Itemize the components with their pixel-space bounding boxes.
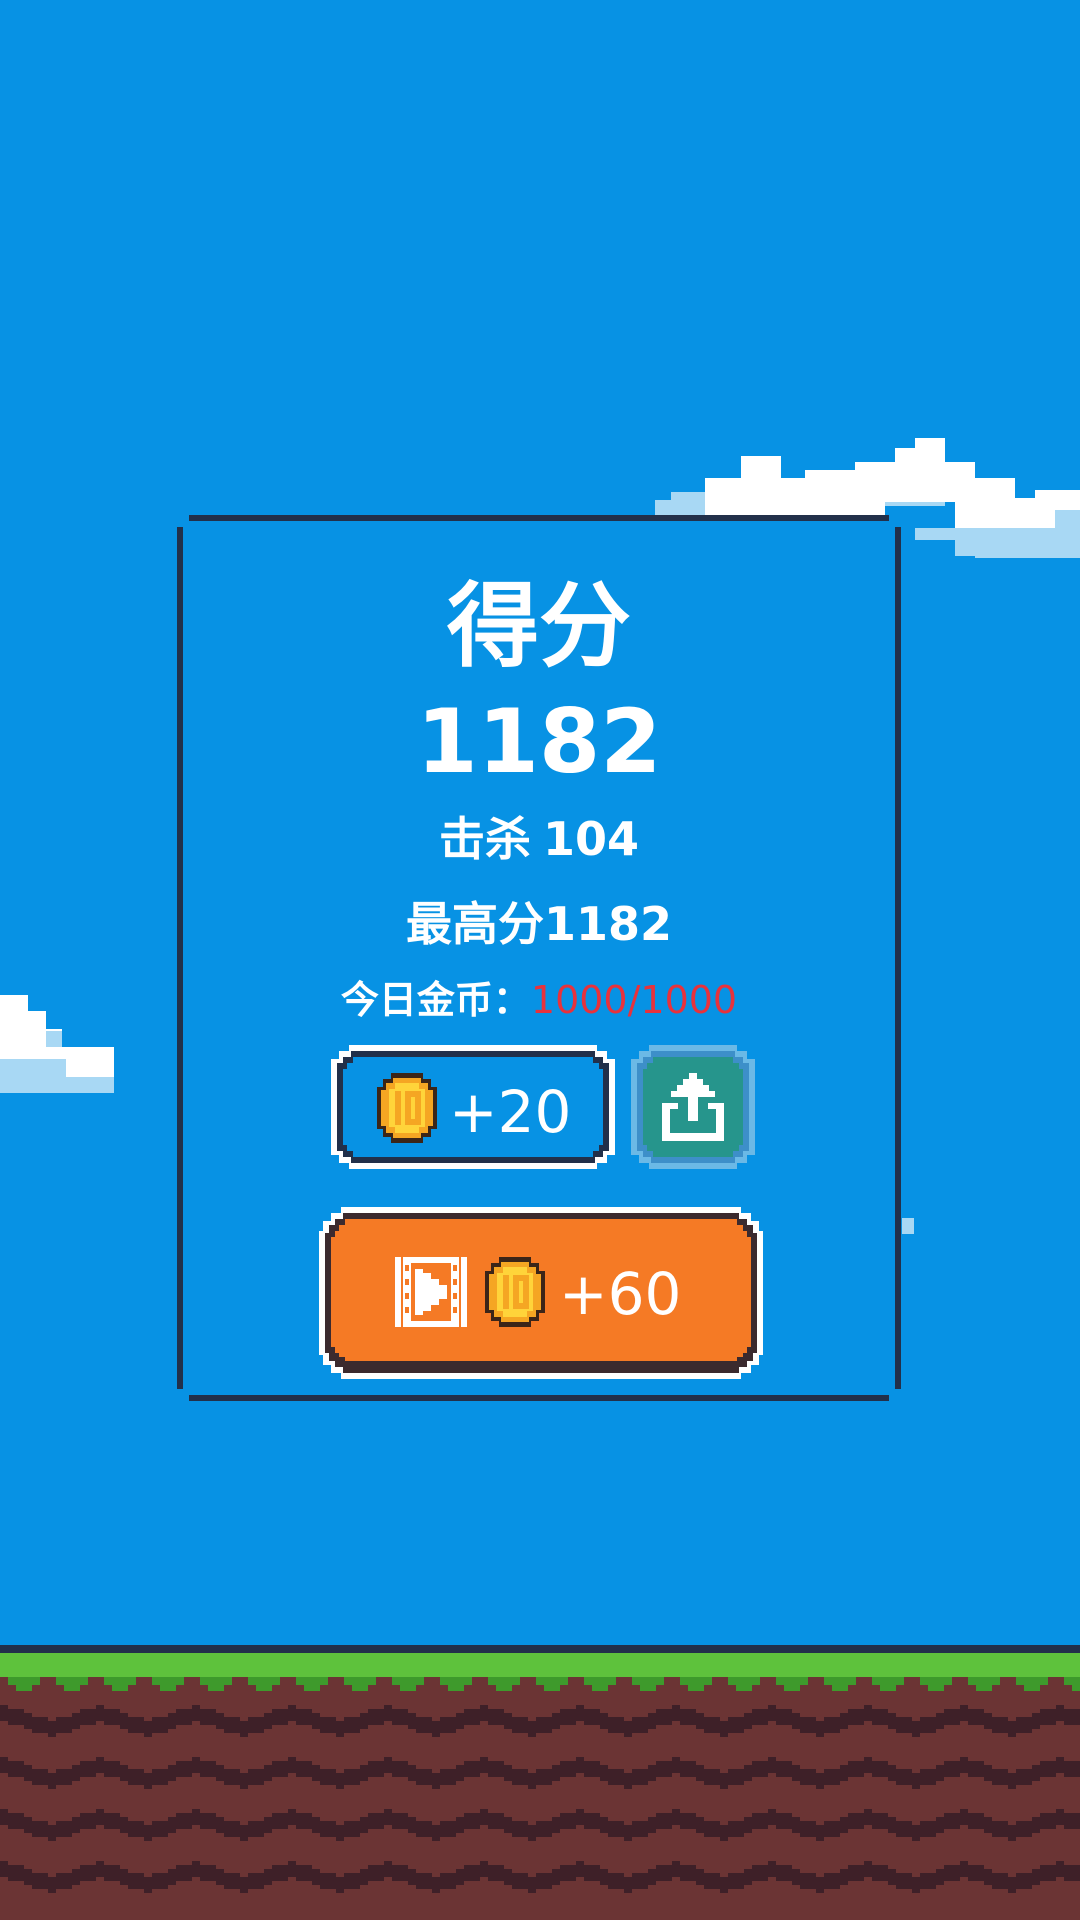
- share-icon: [662, 1073, 724, 1141]
- daily-coins: 今日金币：1000/1000: [183, 981, 895, 1019]
- share-button[interactable]: [631, 1045, 755, 1169]
- kills-stat: 击杀 104: [183, 816, 895, 862]
- watch-video-button[interactable]: +60: [319, 1207, 763, 1379]
- best-score: 最高分1182: [183, 901, 895, 947]
- collect-coins-button[interactable]: +20: [331, 1045, 615, 1169]
- score-value: 1182: [416, 690, 662, 793]
- coin-icon: [375, 1073, 439, 1143]
- score-title: 得分: [446, 573, 631, 680]
- kills-value: 104: [542, 812, 640, 866]
- video-play-icon: [395, 1257, 467, 1327]
- best-score-value: 1182: [543, 897, 673, 951]
- result-panel: 得分 1182 击杀 104 最高分1182 今日金币：1000/1000 +2…: [177, 515, 901, 1401]
- ground: [0, 1645, 1080, 1920]
- cloud-fragment: [902, 1218, 914, 1234]
- daily-coins-value: 1000/1000: [530, 978, 738, 1022]
- game-over-screen: { "result_panel": { "title": "得分", "scor…: [0, 0, 1080, 1920]
- collect-coins-label: +20: [449, 1078, 572, 1146]
- watch-video-label: +60: [559, 1260, 682, 1328]
- cloud-left: [0, 995, 116, 1100]
- daily-coins-label: 今日金币：: [340, 978, 531, 1022]
- kills-label: 击杀: [438, 812, 531, 866]
- best-score-label: 最高分: [405, 897, 544, 951]
- coin-icon: [483, 1257, 547, 1327]
